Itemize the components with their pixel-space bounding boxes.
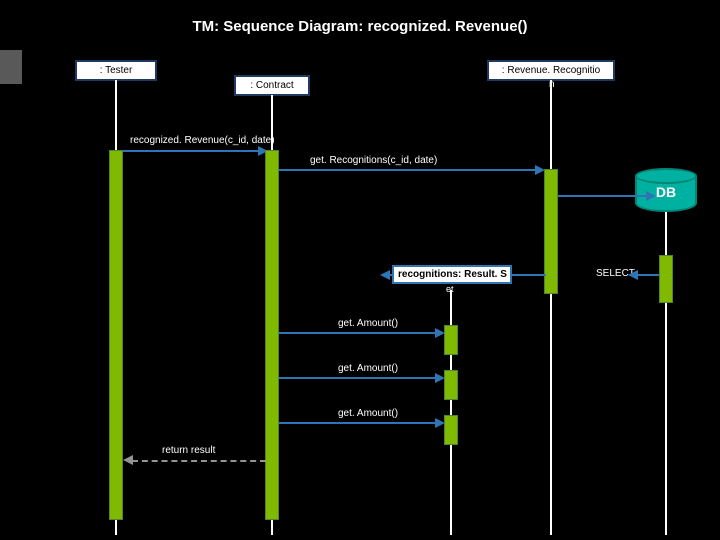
- arrow-result-left-head: [380, 270, 390, 280]
- msg-getamount-2: get. Amount(): [338, 363, 398, 374]
- arrow-ga2-head: [435, 373, 445, 383]
- arrow-return-head: [123, 455, 133, 465]
- arrow-ga3-head: [435, 418, 445, 428]
- arrow-result-right: [638, 274, 660, 276]
- msg-recognized-revenue: recognized. Revenue(c_id, date): [130, 135, 275, 146]
- msg-getamount-3: get. Amount(): [338, 408, 398, 419]
- participant-revrec: : Revenue. Recognitio: [487, 60, 615, 81]
- activation-contract: [265, 150, 279, 520]
- lifeline-revrec: [550, 80, 552, 535]
- participant-contract: : Contract: [234, 75, 310, 96]
- arrow-ga2: [279, 377, 437, 379]
- activation-result-2: [444, 370, 458, 400]
- activation-tester: [109, 150, 123, 520]
- arrow-m1: [122, 150, 260, 152]
- activation-result-1: [444, 325, 458, 355]
- arrow-ga1-head: [435, 328, 445, 338]
- arrow-result-left: [512, 274, 546, 276]
- msg-getamount-1: get. Amount(): [338, 318, 398, 329]
- arrow-return: [132, 460, 266, 462]
- decorative-block: [0, 50, 22, 84]
- db-label: DB: [635, 184, 697, 200]
- activation-revrec: [544, 169, 558, 294]
- arrow-ga1: [279, 332, 437, 334]
- msg-return: return result: [162, 445, 215, 456]
- result-box: recognitions: Result. S: [392, 265, 512, 284]
- activation-db: [659, 255, 673, 303]
- diagram-title: TM: Sequence Diagram: recognized. Revenu…: [0, 18, 720, 35]
- activation-result-3: [444, 415, 458, 445]
- arrow-m2: [279, 169, 537, 171]
- arrow-ga3: [279, 422, 437, 424]
- arrow-result-right-head: [628, 270, 638, 280]
- arrow-result-left2: [390, 274, 394, 276]
- participant-tester: : Tester: [75, 60, 157, 81]
- result-sub: et: [446, 284, 454, 294]
- msg-get-recognitions: get. Recognitions(c_id, date): [310, 155, 437, 166]
